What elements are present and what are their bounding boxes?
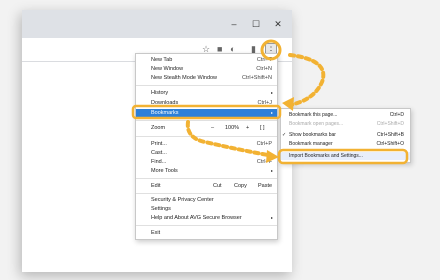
submenu-item-label: Bookmark manager	[289, 141, 333, 147]
menu-item-label: More Tools	[151, 168, 178, 174]
menu-item-label: Settings	[151, 206, 171, 212]
menu-item-settings[interactable]: Settings	[136, 205, 277, 213]
menu-item-find[interactable]: Find... Ctrl+F	[136, 158, 277, 166]
shortcut-label: Ctrl+D	[389, 112, 404, 118]
menu-item-label: Exit	[151, 230, 161, 236]
shortcut-label: Ctrl+Shift+D	[376, 121, 404, 127]
menu-item-label: New Tab	[151, 57, 173, 63]
chevron-right-icon: ▸	[270, 110, 273, 115]
arrow-to-bookmarks	[288, 53, 326, 107]
menu-item-print[interactable]: Print... Ctrl+P	[136, 140, 277, 148]
submenu-item-import-bookmarks[interactable]: Import Bookmarks and Settings...	[281, 152, 410, 160]
menu-item-exit[interactable]: Exit	[136, 229, 277, 237]
shortcut-label: Ctrl+P	[256, 141, 272, 147]
submenu-item-bookmark-page[interactable]: Bookmark this page... Ctrl+D	[281, 111, 410, 119]
menu-item-security-privacy[interactable]: Security & Privacy Center	[136, 196, 277, 204]
paste-button[interactable]: Paste	[258, 181, 272, 191]
menu-item-help[interactable]: Help and About AVG Secure Browser ▸	[136, 214, 277, 222]
title-bar: – ☐ ✕	[22, 10, 292, 38]
menu-item-label: Find...	[151, 159, 167, 165]
zoom-label: Zoom	[151, 125, 166, 131]
submenu-item-label: Bookmark open pages...	[289, 121, 344, 127]
checkmark-icon: ✓	[282, 132, 287, 138]
shortcut-label: Ctrl+J	[257, 100, 272, 106]
menu-item-label: Cast...	[151, 150, 167, 156]
menu-item-bookmarks[interactable]: Bookmarks ▸	[136, 109, 277, 117]
shortcut-label: Ctrl+Shift+N	[242, 75, 272, 81]
menu-separator	[136, 193, 277, 194]
menu-item-label: Security & Privacy Center	[151, 197, 214, 203]
menu-separator	[136, 85, 277, 86]
menu-item-more-tools[interactable]: More Tools ▸	[136, 167, 277, 175]
menu-item-label: Help and About AVG Secure Browser	[151, 215, 242, 221]
menu-item-label: Bookmarks	[151, 110, 179, 116]
close-button[interactable]: ✕	[270, 18, 286, 30]
minimize-button[interactable]: –	[226, 18, 242, 30]
shortcut-label: Ctrl+Shift+O	[376, 141, 404, 147]
shortcut-label: Ctrl+Shift+B	[377, 132, 404, 138]
shortcut-label: Ctrl+F	[256, 159, 272, 165]
chevron-right-icon: ▸	[270, 215, 273, 220]
submenu-item-label: Import Bookmarks and Settings...	[289, 153, 363, 159]
menu-item-new-tab[interactable]: New Tab Ctrl+T	[136, 56, 277, 64]
edit-label: Edit	[151, 183, 161, 189]
menu-item-stealth-window[interactable]: New Stealth Mode Window Ctrl+Shift+N	[136, 74, 277, 82]
menu-item-history[interactable]: History ▸	[136, 89, 277, 97]
menu-item-label: Print...	[151, 141, 167, 147]
menu-edit-row: Edit Cut Copy Paste	[136, 181, 277, 191]
zoom-value: 100%	[225, 125, 240, 131]
chevron-right-icon: ▸	[270, 168, 273, 173]
bookmarks-submenu: Bookmark this page... Ctrl+D Bookmark op…	[280, 108, 411, 163]
menu-separator	[136, 136, 277, 137]
submenu-item-show-bookmarks-bar[interactable]: ✓ Show bookmarks bar Ctrl+Shift+B	[281, 131, 410, 139]
menu-item-new-window[interactable]: New Window Ctrl+N	[136, 65, 277, 73]
chevron-right-icon: ▸	[270, 90, 273, 95]
copy-button[interactable]: Copy	[234, 181, 247, 191]
menu-zoom-row: Zoom – 100% + [ ]	[136, 121, 277, 135]
menu-item-downloads[interactable]: Downloads Ctrl+J	[136, 99, 277, 107]
shortcut-label: Ctrl+T	[256, 57, 272, 63]
submenu-item-bookmark-open-pages[interactable]: Bookmark open pages... Ctrl+Shift+D	[281, 120, 410, 128]
menu-item-label: New Stealth Mode Window	[151, 75, 218, 81]
shortcut-label: Ctrl+N	[256, 66, 272, 72]
maximize-button[interactable]: ☐	[248, 18, 264, 30]
menu-item-label: History	[151, 90, 169, 96]
zoom-out-button[interactable]: –	[211, 121, 214, 135]
menu-separator	[136, 178, 277, 179]
menu-item-cast[interactable]: Cast...	[136, 149, 277, 157]
submenu-item-label: Show bookmarks bar	[289, 132, 336, 138]
zoom-in-button[interactable]: +	[246, 121, 249, 135]
cut-button[interactable]: Cut	[213, 181, 222, 191]
menu-item-label: Downloads	[151, 100, 179, 106]
menu-item-label: New Window	[151, 66, 184, 72]
submenu-item-label: Bookmark this page...	[289, 112, 338, 118]
fullscreen-button[interactable]: [ ]	[260, 121, 265, 135]
submenu-item-bookmark-manager[interactable]: Bookmark manager Ctrl+Shift+O	[281, 140, 410, 148]
menu-separator	[136, 225, 277, 226]
browser-menu: New Tab Ctrl+T New Window Ctrl+N New Ste…	[135, 53, 278, 240]
